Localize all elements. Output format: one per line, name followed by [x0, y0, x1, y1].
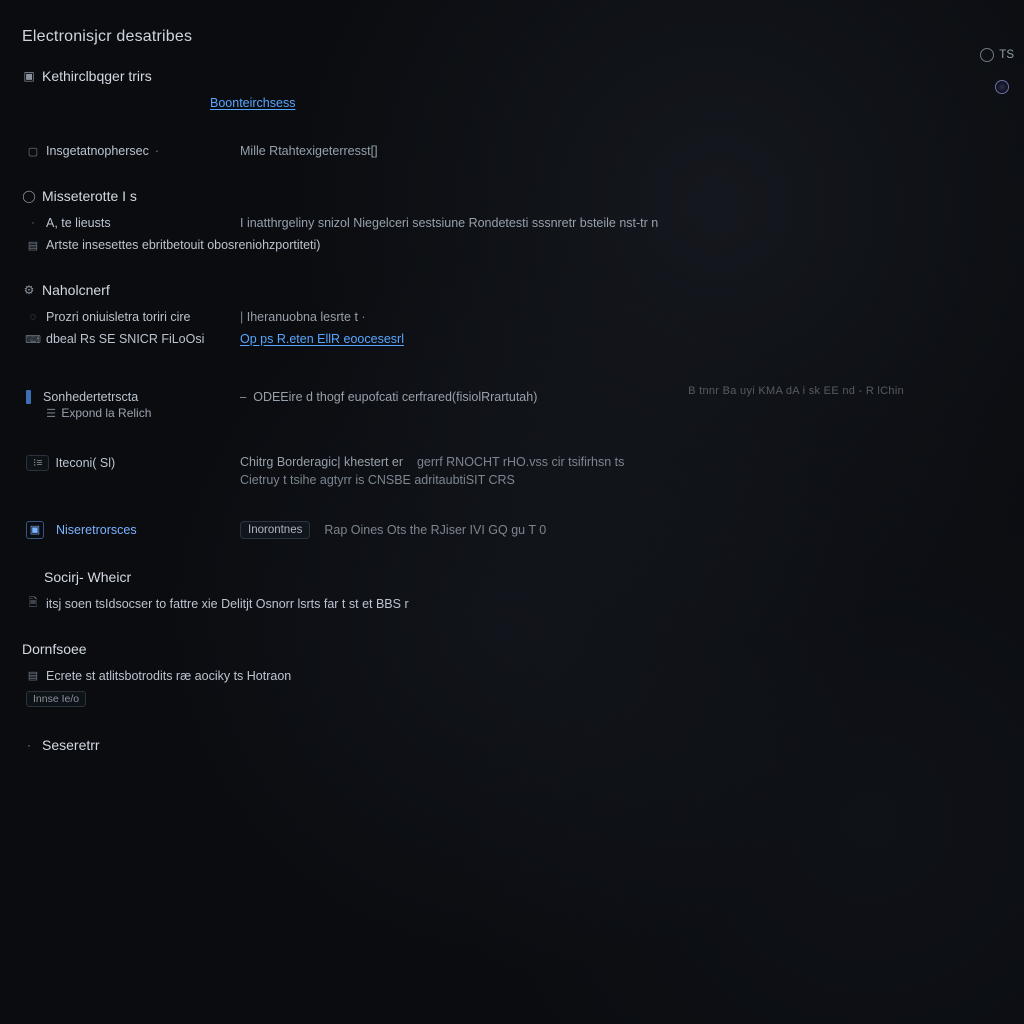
last-icon: · — [22, 738, 36, 752]
section-missetrotte: Misseterotte I s — [42, 188, 137, 204]
nahobnet-row1-right: | Iheranuobna lesrte t · — [240, 310, 1002, 324]
authoring-link[interactable]: Boonteirchsess — [210, 96, 295, 110]
missetrotte-row1-left: A, te lieusts — [46, 216, 111, 230]
teconi-right-1: Chitrg Borderagic| khestert er — [240, 455, 403, 469]
marker-icon — [26, 390, 31, 404]
clock-icon — [980, 48, 994, 62]
cpu-indicator — [995, 80, 1014, 94]
nahobnet-faint: B tnnr Ba uyi KMA dA i sk EE nd - R lChi… — [688, 385, 904, 397]
dornfsoe-row: Ecrete st atlitsbotrodits ræ aociky ts H… — [46, 669, 291, 683]
nahobnet-row2-left: dbeal Rs SE SNICR FiLoOsi — [46, 332, 204, 346]
dot-icon: · — [26, 216, 40, 230]
section-authoring: Kethirclbqger trirs — [42, 68, 152, 84]
nahobnet-row2-link[interactable]: Op ps R.eten EllR eoocesesrl — [240, 332, 404, 346]
gear-icon: ⚙ — [22, 283, 36, 297]
teconi-sub1: gerrf RNOCHT rHO.vss cir tsifirhsn ts — [417, 455, 624, 469]
section-socirj: Socirj- Wheicr — [44, 569, 131, 585]
missetrotte-row1-right: I inatthrgeliny snizol Niegelceri sestsi… — [240, 216, 1002, 230]
missetrotte-row2: Artste insesettes ebritbetouit obosrenio… — [46, 238, 320, 252]
bars-icon: ☰ — [44, 407, 58, 421]
box-icon: ▣ — [22, 69, 36, 83]
keyboard-icon: ⌨ — [26, 332, 40, 346]
nahobnet-row1-left[interactable]: Prozri oniuisletra toriri cire — [46, 310, 190, 324]
section-last: Seseretrr — [42, 737, 100, 753]
circle-icon: ◯ — [22, 189, 36, 203]
teconi-label[interactable]: Iteconi( Sl) — [55, 456, 115, 470]
page-title: Electronisjcr desatribes — [22, 28, 1002, 46]
clock-indicator: TS — [980, 48, 1014, 62]
sonheder-sub: Expond la Relich — [61, 406, 151, 420]
section-nahobnet: Naholcnerf — [42, 282, 110, 298]
cpu-icon — [995, 80, 1009, 94]
sonheder-label[interactable]: Sonhedertetrscta — [43, 390, 138, 404]
blank-icon — [22, 570, 36, 584]
item1-value: Mille Rtahtexigeterresst[] — [240, 144, 1002, 158]
clock-text: TS — [999, 49, 1014, 61]
doc-icon: 🗎 — [26, 597, 40, 611]
top-right-indicators: TS — [980, 48, 1014, 94]
nisertroes-chip[interactable]: Inorontnes — [240, 521, 310, 539]
square-icon: ▢ — [26, 144, 40, 158]
list-icon: ▤ — [26, 238, 40, 252]
teconi-sub2: Cietruy t tsihe agtyrr is CNSBE adritaub… — [240, 473, 1002, 487]
teconi-pill-icon: ⁝≡ — [26, 455, 49, 471]
nisertroes-right: Rap Oines Ots the RJiser IVI GQ gu T 0 — [324, 523, 546, 537]
socirj-row: itsj soen tsIdsocser to fattre xie Delit… — [46, 597, 409, 611]
doc2-icon: ▤ — [26, 669, 40, 683]
monitor-icon: ▣ — [26, 521, 44, 539]
section-dornfsoe: Dornfsoee — [22, 641, 87, 657]
ring-icon: ◌ — [26, 310, 40, 324]
item1-label[interactable]: Insgetatnophersec — [46, 144, 149, 158]
dornfsoe-pill[interactable]: Innse Ie/o — [26, 691, 86, 707]
nisertroes-label[interactable]: Niseretrorsces — [56, 523, 137, 537]
